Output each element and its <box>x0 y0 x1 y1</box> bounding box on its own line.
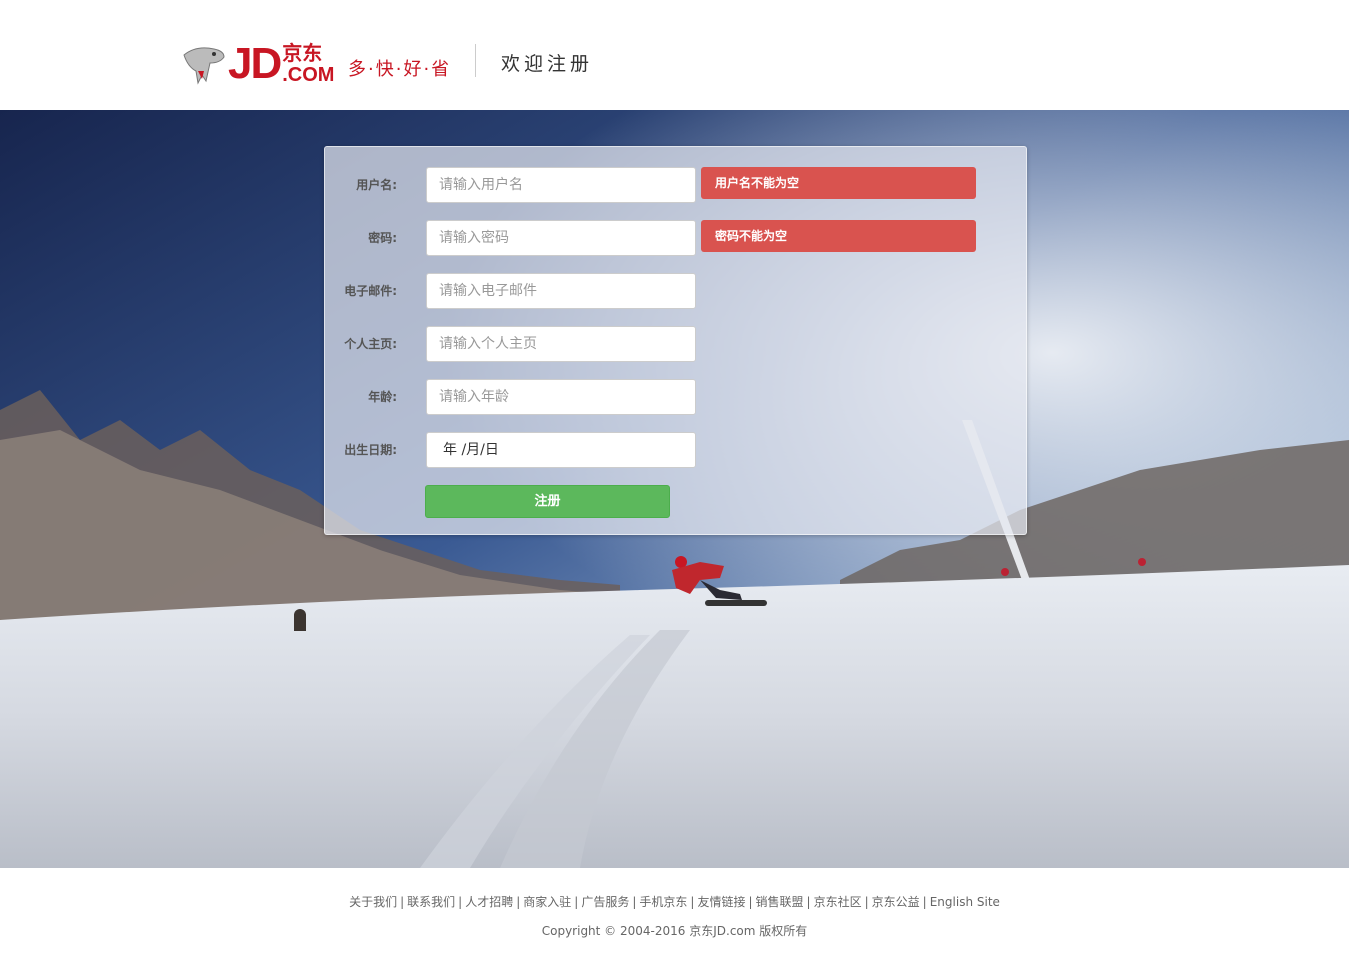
jd-logo[interactable]: JD 京东 .COM <box>180 40 334 88</box>
footer-link-charity[interactable]: 京东公益 <box>872 895 920 909</box>
age-label: 年龄: <box>368 390 397 404</box>
footer-link-affiliate[interactable]: 销售联盟 <box>756 895 804 909</box>
slogan: 多·快·好·省 <box>348 59 452 80</box>
logo-com-text: .COM <box>282 64 335 86</box>
footer-separator: | <box>632 895 637 909</box>
footer-link-about[interactable]: 关于我们 <box>349 895 397 909</box>
footer-link-community[interactable]: 京东社区 <box>814 895 862 909</box>
email-input[interactable] <box>426 273 696 309</box>
footer-link-jobs[interactable]: 人才招聘 <box>465 895 513 909</box>
footer-link-mobile[interactable]: 手机京东 <box>639 895 687 909</box>
footer-separator: | <box>748 895 753 909</box>
username-error-message: 用户名不能为空 <box>701 167 976 199</box>
password-label: 密码: <box>368 231 397 245</box>
footer-separator: | <box>458 895 463 909</box>
password-error-message: 密码不能为空 <box>701 220 976 252</box>
age-input[interactable] <box>426 379 696 415</box>
footer-separator: | <box>806 895 811 909</box>
footer-link-merchants[interactable]: 商家入驻 <box>523 895 571 909</box>
footer-separator: | <box>864 895 869 909</box>
register-form-panel: 用户名: 用户名不能为空 密码: 密码不能为空 电子邮件: 个人主页: 年龄: … <box>324 146 1027 535</box>
email-row: 电子邮件: <box>325 273 1026 311</box>
password-input[interactable] <box>426 220 696 256</box>
username-row: 用户名: 用户名不能为空 <box>325 167 1026 205</box>
password-row: 密码: 密码不能为空 <box>325 220 1026 258</box>
footer-link-ads[interactable]: 广告服务 <box>581 895 629 909</box>
logo-cn-text: 京东 <box>282 41 323 65</box>
logo-jd-text: JD <box>228 39 282 88</box>
copyright-text: Copyright © 2004-2016 京东JD.com 版权所有 <box>541 924 808 938</box>
footer-separator: | <box>922 895 927 909</box>
birthdate-label: 出生日期: <box>344 443 397 457</box>
footer-link-friends[interactable]: 友情链接 <box>697 895 745 909</box>
homepage-input[interactable] <box>426 326 696 362</box>
age-row: 年龄: <box>325 379 1026 417</box>
jd-mascot-icon <box>183 47 225 85</box>
footer-separator: | <box>574 895 579 909</box>
username-input[interactable] <box>426 167 696 203</box>
footer-separator: | <box>400 895 405 909</box>
footer-separator: | <box>516 895 521 909</box>
birthdate-row: 出生日期: 年 /月/日 <box>325 432 1026 470</box>
footer-link-english[interactable]: English Site <box>930 895 1000 909</box>
username-label: 用户名: <box>356 178 397 192</box>
register-submit-button[interactable]: 注册 <box>425 485 670 518</box>
logo-cn-block: 京东 .COM <box>282 43 334 85</box>
birthdate-placeholder: 年 /月/日 <box>443 442 499 458</box>
footer-separator: | <box>690 895 695 909</box>
homepage-label: 个人主页: <box>344 337 397 351</box>
homepage-row: 个人主页: <box>325 326 1026 364</box>
email-label: 电子邮件: <box>344 284 397 298</box>
page-title: 欢迎注册 <box>501 53 594 75</box>
header-divider <box>475 44 476 77</box>
footer-link-contact[interactable]: 联系我们 <box>407 895 455 909</box>
footer-links: 关于我们 | 联系我们 | 人才招聘 | 商家入驻 | 广告服务 | 手机京东 | 友情链接 | 销售联盟 |… <box>0 893 1349 910</box>
page-header: JD 京东 .COM 多·快·好·省 欢迎注册 <box>0 0 1349 110</box>
